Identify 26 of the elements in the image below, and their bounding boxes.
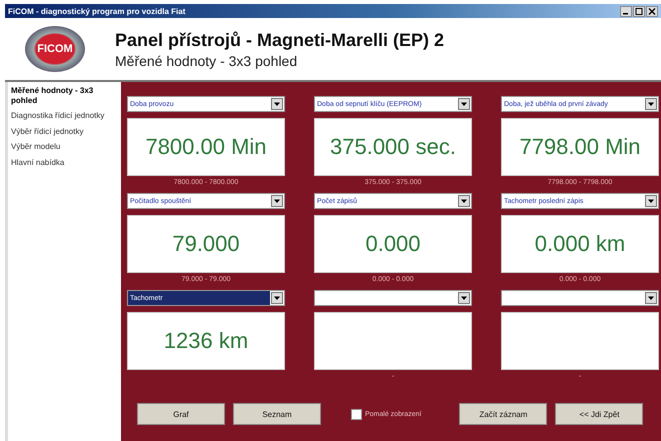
sidebar-item[interactable]: Diagnostika řídicí jednotky <box>11 111 118 121</box>
button[interactable]: Seznam <box>233 403 321 425</box>
button[interactable]: << Jdi Zpět <box>555 403 644 425</box>
sidebar-item[interactable]: Výběr modelu <box>11 142 118 152</box>
window-title: FiCOM - diagnostický program pro vozidla Fiat <box>8 6 186 16</box>
parameter-dropdown[interactable] <box>501 290 659 306</box>
panel-subtitle: Měřené hodnoty - 3x3 pohled <box>115 52 298 68</box>
parameter-dropdown[interactable] <box>314 290 472 306</box>
button[interactable]: Graf <box>137 403 225 425</box>
value-display: 375.000 sec. <box>314 118 472 176</box>
maximize-icon[interactable] <box>633 6 645 16</box>
panel-title: Panel přístrojů - Magneti-Marelli (EP) 2 <box>115 30 444 50</box>
close-icon[interactable] <box>646 6 658 16</box>
value-display: 0.000 <box>314 215 472 273</box>
value-display: 0.000 km <box>501 215 659 273</box>
value-display: 7800.00 Min <box>127 118 285 176</box>
value-display: 7798.00 Min <box>501 118 659 176</box>
sidebar-item[interactable]: Hlavní nabídka <box>11 158 118 168</box>
value-display: 1236 km <box>127 312 285 370</box>
minimize-icon[interactable] <box>620 6 632 16</box>
sidebar-item[interactable]: Výběr řídicí jednotky <box>11 126 118 136</box>
button[interactable]: Začít záznam <box>459 403 548 425</box>
checkbox[interactable] <box>351 408 362 420</box>
logo: FICOM <box>25 26 85 72</box>
sidebar-item[interactable]: Měřené hodnoty - 3x3 pohled <box>11 86 118 106</box>
value-display: 79.000 <box>127 215 285 273</box>
